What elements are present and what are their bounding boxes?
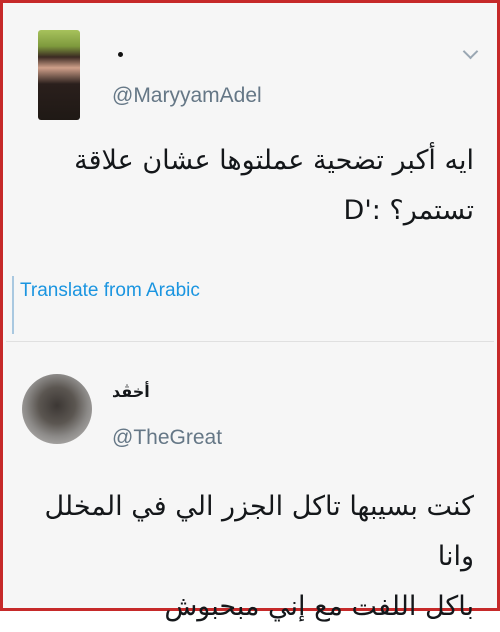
profile-photo-icon[interactable] — [22, 374, 92, 444]
tweet-1: @MaryyamAdel ايه أكبر تضحية عملتوها عشان… — [6, 6, 494, 342]
tweet-text-line: كنت بسيبها تاكل الجزر الي في المخلل وانا — [44, 491, 474, 572]
tweet-text-line: تستمر؟ :'D — [343, 195, 474, 226]
tweet-text: كنت بسيبها تاكل الجزر الي في المخلل وانا… — [18, 482, 474, 632]
profile-photo-icon[interactable] — [38, 30, 80, 120]
tweet-text: ايه أكبر تضحية عملتوها عشان علاقة تستمر؟… — [18, 136, 474, 236]
display-name-dot — [118, 52, 123, 57]
translate-divider — [12, 276, 14, 334]
translate-link[interactable]: Translate from Arabic — [20, 280, 200, 302]
display-name[interactable]: أخڤد — [112, 382, 150, 401]
screenshot-frame: @MaryyamAdel ايه أكبر تضحية عملتوها عشان… — [0, 0, 500, 622]
chevron-down-icon[interactable] — [462, 43, 479, 60]
tweet-handle[interactable]: @TheGreat — [112, 426, 222, 450]
tweet-2: أخڤد @TheGreat كنت بسيبها تاكل الجزر الي… — [6, 342, 494, 622]
tweet-text-line: باكل اللفت مع إني مبحبوش — [164, 591, 474, 622]
tweet-text-line: ايه أكبر تضحية عملتوها عشان علاقة — [74, 145, 474, 176]
tweet-handle[interactable]: @MaryyamAdel — [112, 84, 262, 108]
